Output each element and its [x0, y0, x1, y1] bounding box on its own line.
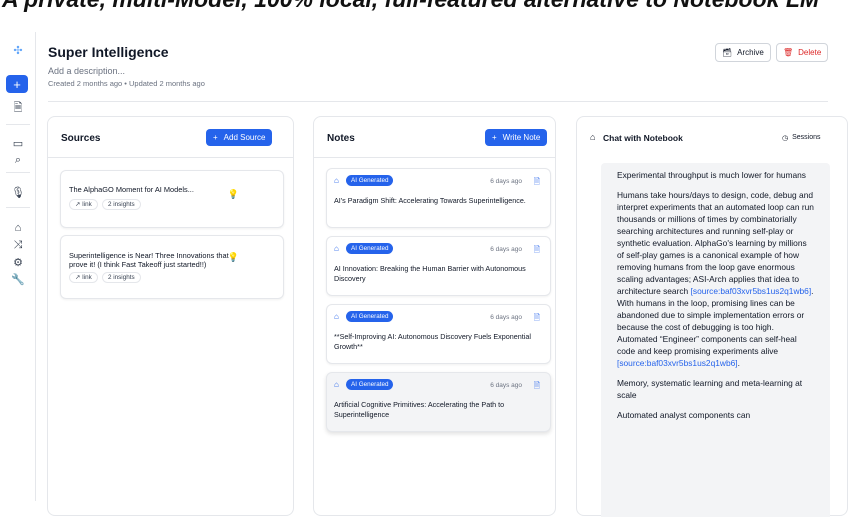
- notes-title: Notes: [327, 133, 355, 144]
- note-date: 6 days ago: [490, 314, 522, 321]
- lightbulb-icon: 💡: [227, 189, 239, 199]
- notes-panel: Notes + Write Note ⌂ AI Generated 6 days…: [313, 116, 556, 516]
- note-title: Artificial Cognitive Primitives: Acceler…: [334, 400, 505, 419]
- header-divider: [48, 101, 828, 102]
- source-title: Superintelligence is Near! Three Innovat…: [69, 251, 229, 269]
- notebook-page: Super Intelligence Add a description... …: [36, 32, 852, 517]
- new-notebook-button[interactable]: +: [6, 75, 28, 93]
- note-date: 6 days ago: [490, 382, 522, 389]
- panel-divider: [48, 157, 293, 158]
- message-text: With humans in the loop, promising lines…: [617, 298, 805, 356]
- plus-icon: +: [492, 133, 497, 142]
- clock-icon: ◷: [782, 135, 789, 142]
- promo-banner: A private, multi-Model, 100% local, full…: [0, 0, 852, 22]
- note-card[interactable]: ⌂ AI Generated 6 days ago 🗎 AI Innovatio…: [326, 236, 551, 296]
- note-card[interactable]: ⌂ AI Generated 6 days ago 🗎 AI's Paradig…: [326, 168, 551, 228]
- source-card[interactable]: Superintelligence is Near! Three Innovat…: [60, 235, 284, 299]
- add-source-button[interactable]: + Add Source: [206, 129, 273, 146]
- add-source-label: Add Source: [223, 133, 266, 142]
- archive-label: Archive: [737, 48, 764, 57]
- panel-divider: [314, 157, 555, 158]
- plus-icon: +: [213, 133, 218, 142]
- source-citation-link[interactable]: [source:baf03xvr5bs1us2q1wb6]: [691, 286, 812, 296]
- bot-icon: ⌂: [334, 380, 339, 389]
- sessions-button[interactable]: ◷ Sessions: [782, 134, 821, 142]
- wrench-icon[interactable]: 🔧: [10, 271, 26, 287]
- source-type-chip: ↗ link: [69, 199, 98, 210]
- bot-icon: ⌂: [334, 176, 339, 185]
- document-icon[interactable]: 🗎: [534, 244, 540, 258]
- note-card[interactable]: ⌂ AI Generated 6 days ago 🗎 Artificial C…: [326, 372, 551, 432]
- notebook-meta: Created 2 months ago • Updated 2 months …: [48, 79, 205, 88]
- file-icon[interactable]: 🗎: [10, 100, 26, 116]
- sources-title: Sources: [61, 133, 101, 144]
- ai-generated-badge: AI Generated: [346, 379, 394, 390]
- message-paragraph: Experimental throughput is much lower fo…: [617, 170, 806, 180]
- assistant-message: Experimental throughput is much lower fo…: [601, 163, 830, 517]
- rail-divider: [6, 172, 30, 173]
- archive-icon: 🗃: [722, 48, 733, 57]
- insights-chip: 2 insights: [102, 272, 141, 283]
- chat-title: Chat with Notebook: [603, 133, 683, 143]
- message-text: .: [811, 286, 814, 296]
- archive-button[interactable]: 🗃 Archive: [715, 43, 771, 62]
- document-icon[interactable]: 🗎: [534, 380, 540, 394]
- chat-panel: ⌂ Chat with Notebook ◷ Sessions Experime…: [576, 116, 848, 517]
- ai-generated-badge: AI Generated: [346, 175, 394, 186]
- left-rail: ✣ + 🗎 ▭ ⌕ 🎙 ⌂ ⤨ ⚙ 🔧: [0, 32, 36, 501]
- banner-text: A private, multi-Model, 100% local, full…: [2, 0, 819, 13]
- document-icon[interactable]: 🗎: [534, 176, 540, 190]
- bot-icon: ⌂: [334, 244, 339, 253]
- message-text: Humans take hours/days to design, code, …: [617, 190, 814, 296]
- bot-icon: ⌂: [590, 132, 596, 142]
- rail-divider: [6, 207, 30, 208]
- note-title: **Self-Improving AI: Autonomous Discover…: [334, 332, 531, 351]
- description-field[interactable]: Add a description...: [48, 66, 125, 76]
- message-paragraph: Automated analyst components can: [617, 410, 751, 420]
- delete-label: Delete: [798, 48, 822, 57]
- settings-icon[interactable]: ⚙: [10, 254, 26, 270]
- note-date: 6 days ago: [490, 246, 522, 253]
- source-citation-link[interactable]: [source:baf03xvr5bs1us2q1wb6]: [617, 358, 738, 368]
- monitor-icon[interactable]: ▭: [10, 135, 26, 151]
- write-note-button[interactable]: + Write Note: [485, 129, 548, 146]
- trash-icon: 🗑: [783, 48, 794, 57]
- search-icon[interactable]: ⌕: [10, 152, 26, 168]
- note-date: 6 days ago: [490, 178, 522, 185]
- notebook-title[interactable]: Super Intelligence: [48, 44, 169, 60]
- sessions-label: Sessions: [792, 134, 821, 141]
- bot-icon[interactable]: ⌂: [10, 220, 26, 236]
- source-title: The AlphaGO Moment for AI Models...: [69, 185, 194, 194]
- rail-divider: [6, 124, 30, 125]
- external-link-icon: ↗: [75, 274, 81, 281]
- shuffle-icon[interactable]: ⤨: [10, 237, 26, 253]
- ai-generated-badge: AI Generated: [346, 243, 394, 254]
- write-note-label: Write Note: [502, 133, 541, 142]
- source-type-chip: ↗ link: [69, 272, 98, 283]
- document-icon[interactable]: 🗎: [534, 312, 540, 326]
- sparkle-logo-icon[interactable]: ✣: [10, 42, 26, 58]
- external-link-icon: ↗: [75, 201, 81, 208]
- sources-panel: Sources + Add Source The AlphaGO Moment …: [47, 116, 294, 516]
- source-card[interactable]: The AlphaGO Moment for AI Models... 💡 ↗ …: [60, 170, 284, 228]
- message-paragraph: Memory, systematic learning and meta-lea…: [617, 378, 803, 400]
- mic-icon[interactable]: 🎙: [10, 184, 26, 200]
- note-card[interactable]: ⌂ AI Generated 6 days ago 🗎 **Self-Impro…: [326, 304, 551, 364]
- message-paragraph: Humans take hours/days to design, code, …: [617, 189, 814, 369]
- source-type: link: [82, 274, 92, 281]
- note-title: AI Innovation: Breaking the Human Barrie…: [334, 264, 526, 283]
- ai-generated-badge: AI Generated: [346, 311, 394, 322]
- insights-chip: 2 insights: [102, 199, 141, 210]
- lightbulb-icon: 💡: [227, 252, 239, 262]
- source-type: link: [82, 201, 92, 208]
- bot-icon: ⌂: [334, 312, 339, 321]
- message-text: .: [737, 358, 740, 368]
- delete-button[interactable]: 🗑 Delete: [776, 43, 829, 62]
- note-title: AI's Paradigm Shift: Accelerating Toward…: [334, 196, 526, 205]
